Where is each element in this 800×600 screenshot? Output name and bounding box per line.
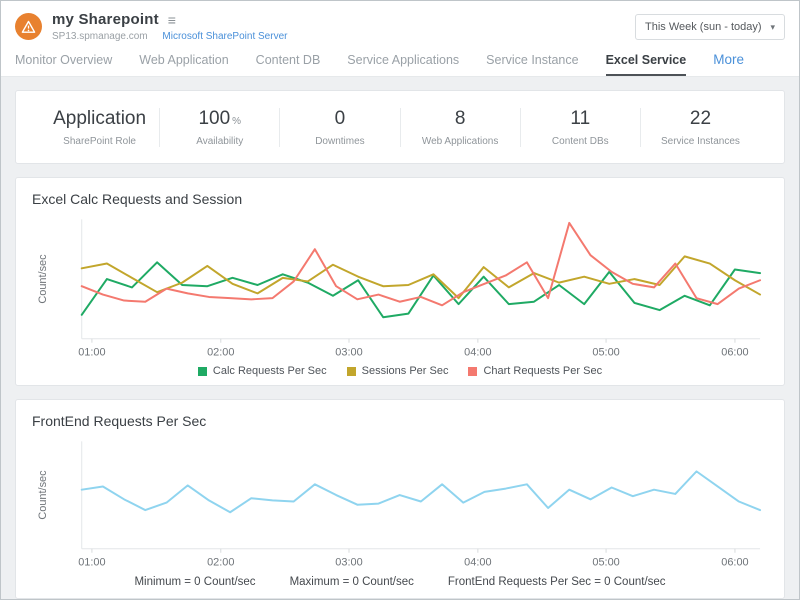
chart-title: FrontEnd Requests Per Sec <box>32 413 768 429</box>
stat-service-instances: 22 Service Instances <box>641 108 760 147</box>
tab-web-application[interactable]: Web Application <box>139 47 228 76</box>
tab-service-applications[interactable]: Service Applications <box>347 47 459 76</box>
warning-triangle-icon <box>21 20 36 34</box>
legend-item-calc-requests[interactable]: Calc Requests Per Sec <box>198 365 327 377</box>
stat-value: 11 <box>521 108 640 130</box>
stat-label: Service Instances <box>641 136 760 147</box>
stat-label: Downtimes <box>280 136 399 147</box>
stat-availability: 100% Availability <box>160 108 280 147</box>
tab-excel-service[interactable]: Excel Service <box>606 47 687 76</box>
legend-swatch <box>198 367 207 376</box>
svg-text:01:00: 01:00 <box>78 347 105 359</box>
stat-content-dbs: 11 Content DBs <box>521 108 641 147</box>
content-area: Application SharePoint Role 100% Availab… <box>1 77 799 600</box>
monitor-warning-icon <box>15 13 42 40</box>
stat-value: 8 <box>401 108 520 130</box>
sharepoint-monitor-page: my Sharepoint ≡ SP13.spmanage.com Micros… <box>0 0 800 600</box>
stat-value: 22 <box>641 108 760 130</box>
svg-text:02:00: 02:00 <box>207 557 234 569</box>
legend-item-sessions[interactable]: Sessions Per Sec <box>347 365 449 377</box>
chevron-down-icon: ▾ <box>770 22 775 33</box>
svg-text:Count/sec: Count/sec <box>37 254 49 304</box>
legend-swatch <box>347 367 356 376</box>
time-range-value: This Week (sun - today) <box>645 21 762 33</box>
chart-title: Excel Calc Requests and Session <box>32 191 768 207</box>
hamburger-menu-icon[interactable]: ≡ <box>168 13 176 27</box>
stat-label: Web Applications <box>401 136 520 147</box>
svg-text:03:00: 03:00 <box>335 557 362 569</box>
tab-service-instance[interactable]: Service Instance <box>486 47 578 76</box>
stats-bar: Application SharePoint Role 100% Availab… <box>15 90 785 164</box>
frontend-requests-chart-panel: FrontEnd Requests Per Sec 01:00 02:00 03:0… <box>15 399 785 599</box>
tab-monitor-overview[interactable]: Monitor Overview <box>15 47 112 76</box>
stat-downtimes: 0 Downtimes <box>280 108 400 147</box>
stat-web-applications: 8 Web Applications <box>401 108 521 147</box>
stat-value: 0 <box>280 108 399 130</box>
tab-more[interactable]: More <box>713 46 744 76</box>
svg-text:05:00: 05:00 <box>592 557 619 569</box>
svg-text:02:00: 02:00 <box>207 347 234 359</box>
svg-text:04:00: 04:00 <box>464 347 491 359</box>
svg-text:06:00: 06:00 <box>721 347 748 359</box>
minimum-stat: Minimum = 0 Count/sec <box>134 576 255 588</box>
maximum-stat: Maximum = 0 Count/sec <box>290 576 414 588</box>
header: my Sharepoint ≡ SP13.spmanage.com Micros… <box>1 1 799 46</box>
stat-unit: % <box>232 116 241 127</box>
svg-text:03:00: 03:00 <box>335 347 362 359</box>
legend-label: Calc Requests Per Sec <box>213 365 327 377</box>
svg-text:01:00: 01:00 <box>78 557 105 569</box>
svg-text:04:00: 04:00 <box>464 557 491 569</box>
svg-text:Count/sec: Count/sec <box>37 470 49 520</box>
host-name: SP13.spmanage.com <box>52 31 148 42</box>
title-block: my Sharepoint ≡ SP13.spmanage.com Micros… <box>52 11 287 42</box>
stat-label: Content DBs <box>521 136 640 147</box>
nav-tabs: Monitor Overview Web Application Content… <box>1 46 799 77</box>
legend-swatch <box>468 367 477 376</box>
sharepoint-server-link[interactable]: Microsoft SharePoint Server <box>162 31 287 42</box>
tab-content-db[interactable]: Content DB <box>256 47 321 76</box>
svg-text:05:00: 05:00 <box>592 347 619 359</box>
frontend-requests-line-chart[interactable]: 01:00 02:00 03:00 04:00 05:00 06:00 Count/sec <box>32 435 768 573</box>
stat-sharepoint-role: Application SharePoint Role <box>40 108 160 147</box>
legend-label: Chart Requests Per Sec <box>483 365 602 377</box>
page-title: my Sharepoint <box>52 11 159 28</box>
legend-item-chart-requests[interactable]: Chart Requests Per Sec <box>468 365 602 377</box>
excel-calc-chart-panel: Excel Calc Requests and Session 01:00 02:… <box>15 177 785 386</box>
chart-legend: Calc Requests Per Sec Sessions Per Sec C… <box>32 365 768 377</box>
legend-label: Sessions Per Sec <box>362 365 449 377</box>
frontend-rate-stat: FrontEnd Requests Per Sec = 0 Count/sec <box>448 576 666 588</box>
svg-text:06:00: 06:00 <box>721 557 748 569</box>
stat-value: Application <box>40 108 159 130</box>
chart-footer-stats: Minimum = 0 Count/sec Maximum = 0 Count/… <box>32 576 768 590</box>
stat-label: Availability <box>160 136 279 147</box>
stat-label: SharePoint Role <box>40 136 159 147</box>
excel-calc-line-chart[interactable]: 01:00 02:00 03:00 04:00 05:00 06:00 Count/sec <box>32 213 768 363</box>
time-range-dropdown[interactable]: This Week (sun - today) ▾ <box>635 14 785 40</box>
stat-value: 100% <box>160 108 279 130</box>
